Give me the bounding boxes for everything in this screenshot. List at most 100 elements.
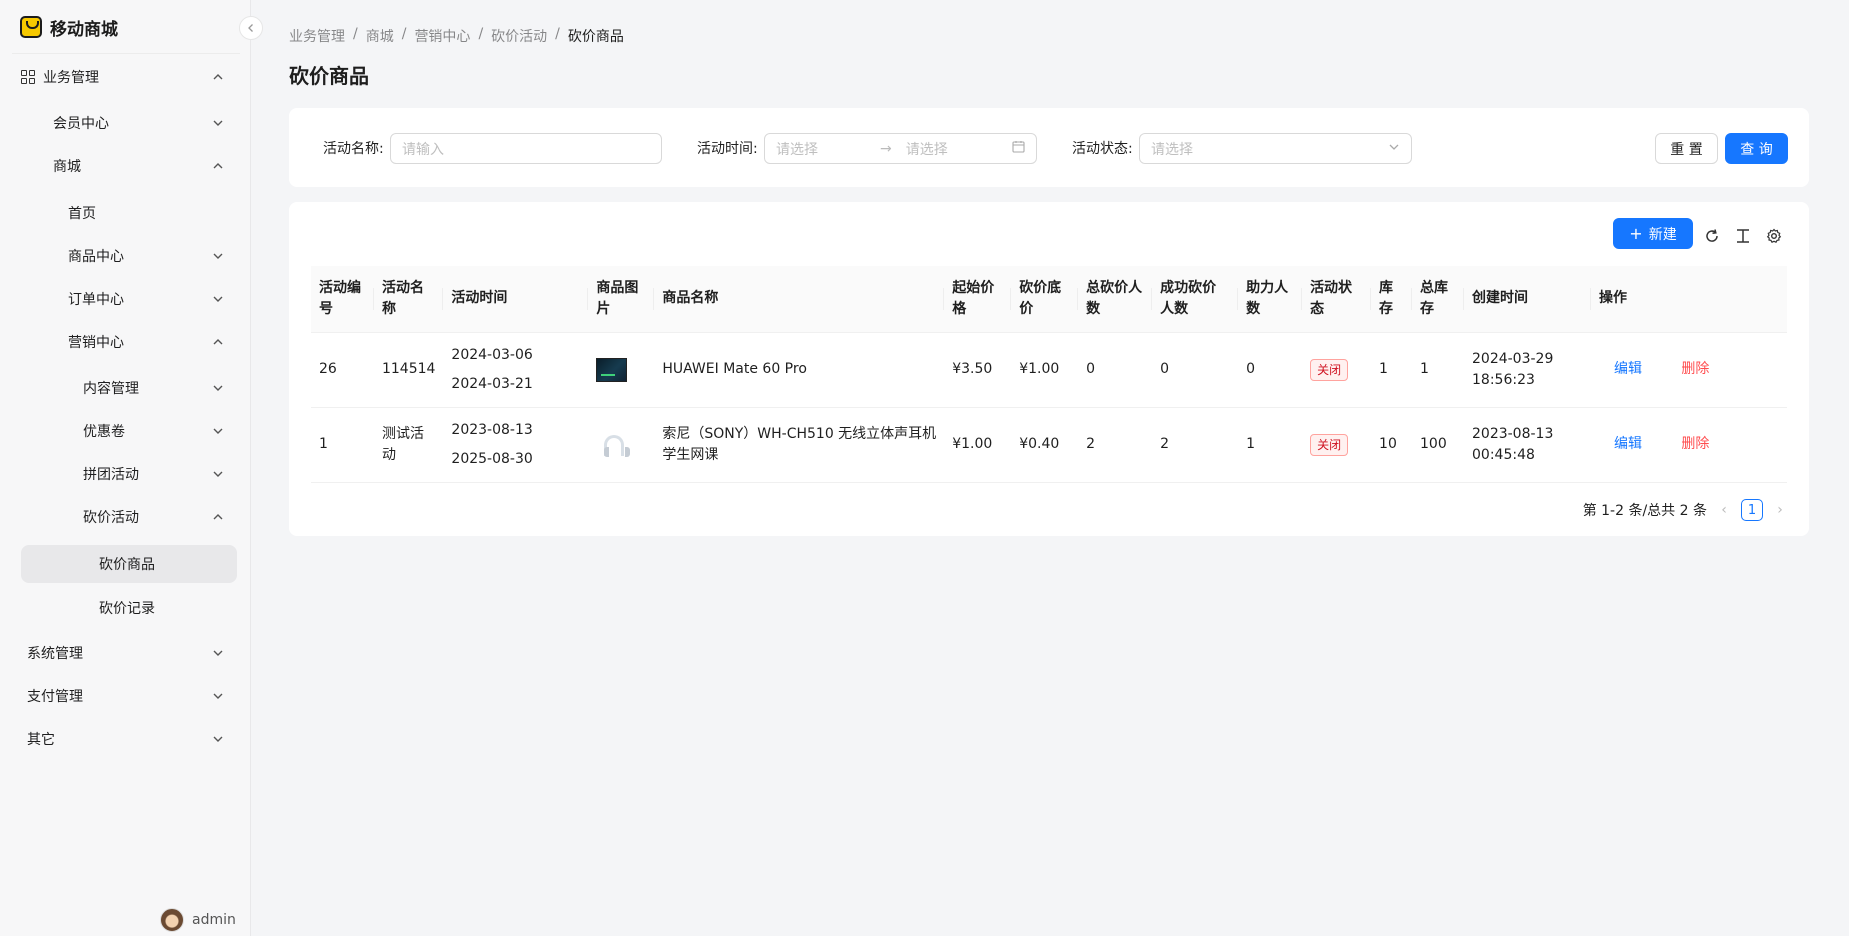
menu-group-system[interactable]: 系统管理 [21, 634, 237, 672]
menu-item-home[interactable]: 首页 [21, 194, 237, 232]
bargain-products-table: 活动编号 活动名称 活动时间 商品图片 商品名称 起始价格 砍价底价 总砍价人数… [311, 266, 1787, 483]
column-header[interactable]: 商品图片 [588, 266, 655, 333]
column-height-icon[interactable] [1733, 226, 1753, 246]
sidebar: 移动商城 业务管理 会员中心 商城 首页 商品中心 订单中心 营销中心 内容管理… [0, 0, 251, 936]
divider [12, 53, 240, 54]
menu-item-bargain-records[interactable]: 砍价记录 [21, 589, 237, 627]
cell-start-price: ¥1.00 [944, 407, 1012, 483]
chevron-down-icon [211, 116, 225, 130]
cell-id: 26 [311, 332, 374, 408]
cell-helpers: 0 [1238, 332, 1303, 408]
menu-item-content[interactable]: 内容管理 [21, 369, 237, 407]
menu-label: 业务管理 [43, 70, 99, 86]
menu-item-orders[interactable]: 订单中心 [21, 280, 237, 318]
breadcrumb-item[interactable]: 营销中心 [414, 26, 470, 46]
activity-status-select[interactable]: 请选择 [1139, 133, 1412, 164]
cell-id: 1 [311, 407, 374, 483]
breadcrumb-current: 砍价商品 [567, 29, 624, 45]
column-header[interactable]: 活动时间 [443, 266, 589, 333]
reset-button[interactable]: 重 置 [1655, 133, 1718, 164]
cell-start-price: ¥3.50 [944, 332, 1012, 408]
chevron-down-icon [211, 381, 225, 395]
username: admin [192, 912, 236, 928]
pagination-summary: 第 1-2 条/总共 2 条 [1582, 503, 1707, 519]
cell-floor-price: ¥0.40 [1011, 407, 1079, 483]
cell-total-stock: 100 [1412, 407, 1464, 483]
menu-item-coupons[interactable]: 优惠卷 [21, 412, 237, 450]
new-button[interactable]: + 新建 [1613, 218, 1693, 249]
app-logo[interactable]: 移动商城 [20, 14, 118, 40]
column-header[interactable]: 商品名称 [654, 266, 945, 333]
column-header[interactable]: 活动名称 [373, 266, 444, 333]
column-header[interactable]: 助力人数 [1238, 266, 1303, 333]
activity-name-label: 活动名称: [323, 141, 384, 157]
menu-label: 砍价记录 [99, 601, 155, 617]
column-header[interactable]: 砍价底价 [1011, 266, 1079, 333]
column-header[interactable]: 操作 [1590, 266, 1787, 333]
menu-group-other[interactable]: 其它 [21, 720, 237, 758]
activity-time-range-picker[interactable]: 请选择 → 请选择 [764, 133, 1037, 164]
chevron-down-icon [211, 732, 225, 746]
app-name: 移动商城 [50, 19, 118, 40]
column-header[interactable]: 成功砍价人数 [1152, 266, 1239, 333]
collapse-sidebar-button[interactable] [239, 16, 263, 40]
breadcrumb-item[interactable]: 业务管理 [289, 26, 345, 46]
column-header[interactable]: 库存 [1371, 266, 1413, 333]
product-thumbnail[interactable] [596, 357, 628, 382]
search-form: 活动名称: 请输入 活动时间: 请选择 → 请选择 活动状态: 请选择 重 置 … [289, 108, 1809, 187]
cell-stock: 10 [1371, 407, 1413, 483]
delete-link[interactable]: 删除 [1681, 436, 1709, 452]
menu-item-marketing[interactable]: 营销中心 [21, 323, 237, 361]
menu-item-group-buy[interactable]: 拼团活动 [21, 455, 237, 493]
user-menu[interactable]: admin [160, 908, 236, 932]
menu-label: 系统管理 [27, 646, 83, 662]
setting-icon[interactable] [1764, 226, 1784, 246]
menu-label: 拼团活动 [83, 467, 139, 483]
reload-icon[interactable] [1702, 226, 1722, 246]
placeholder: 请输入 [402, 141, 444, 158]
cell-created: 2024-03-29 18:56:23 [1464, 332, 1591, 408]
delete-link[interactable]: 删除 [1681, 361, 1709, 377]
breadcrumb-separator: / [353, 26, 358, 42]
edit-link[interactable]: 编辑 [1614, 361, 1642, 377]
menu-item-member[interactable]: 会员中心 [21, 104, 237, 142]
menu-label: 砍价商品 [99, 557, 155, 573]
breadcrumb-item[interactable]: 商城 [366, 26, 394, 46]
activity-name-input[interactable]: 请输入 [390, 133, 662, 164]
cell-image [588, 332, 655, 408]
chevron-up-icon [211, 159, 225, 173]
cell-product: HUAWEI Mate 60 Pro [654, 332, 945, 408]
activity-time-label: 活动时间: [697, 141, 758, 157]
chevron-left-icon[interactable]: ‹ [1717, 502, 1731, 518]
column-header[interactable]: 活动编号 [311, 266, 374, 333]
page-number[interactable]: 1 [1741, 499, 1763, 521]
edit-link[interactable]: 编辑 [1614, 436, 1642, 452]
breadcrumb-item[interactable]: 砍价活动 [491, 26, 547, 46]
column-header[interactable]: 总库存 [1412, 266, 1464, 333]
chevron-right-icon[interactable]: › [1773, 502, 1787, 518]
menu-item-mall[interactable]: 商城 [21, 147, 237, 185]
column-header[interactable]: 总砍价人数 [1078, 266, 1153, 333]
chevron-down-icon [211, 249, 225, 263]
menu-item-bargain-products[interactable]: 砍价商品 [21, 545, 237, 583]
cell-time: 2024-03-06 2024-03-21 [443, 332, 589, 408]
column-header[interactable]: 起始价格 [944, 266, 1012, 333]
table-header-row: 活动编号 活动名称 活动时间 商品图片 商品名称 起始价格 砍价底价 总砍价人数… [311, 266, 1787, 333]
cell-total-bargain: 2 [1078, 407, 1153, 483]
column-header[interactable]: 创建时间 [1464, 266, 1591, 333]
menu-item-products[interactable]: 商品中心 [21, 237, 237, 275]
menu-label: 支付管理 [27, 689, 83, 705]
menu-item-bargain[interactable]: 砍价活动 [21, 498, 237, 536]
column-header[interactable]: 活动状态 [1302, 266, 1372, 333]
avatar [160, 908, 184, 932]
cell-success-bargain: 2 [1152, 407, 1239, 483]
breadcrumb: 业务管理 / 商城 / 营销中心 / 砍价活动 / 砍价商品 [289, 26, 624, 46]
placeholder: 请选择 [1151, 141, 1193, 158]
query-button[interactable]: 查 询 [1725, 133, 1788, 164]
appstore-icon [21, 70, 35, 84]
menu-group-payment[interactable]: 支付管理 [21, 677, 237, 715]
product-thumbnail[interactable] [596, 429, 631, 460]
cell-time: 2023-08-13 2025-08-30 [443, 407, 589, 483]
breadcrumb-separator: / [401, 26, 407, 42]
menu-group-business[interactable]: 业务管理 [21, 58, 237, 96]
